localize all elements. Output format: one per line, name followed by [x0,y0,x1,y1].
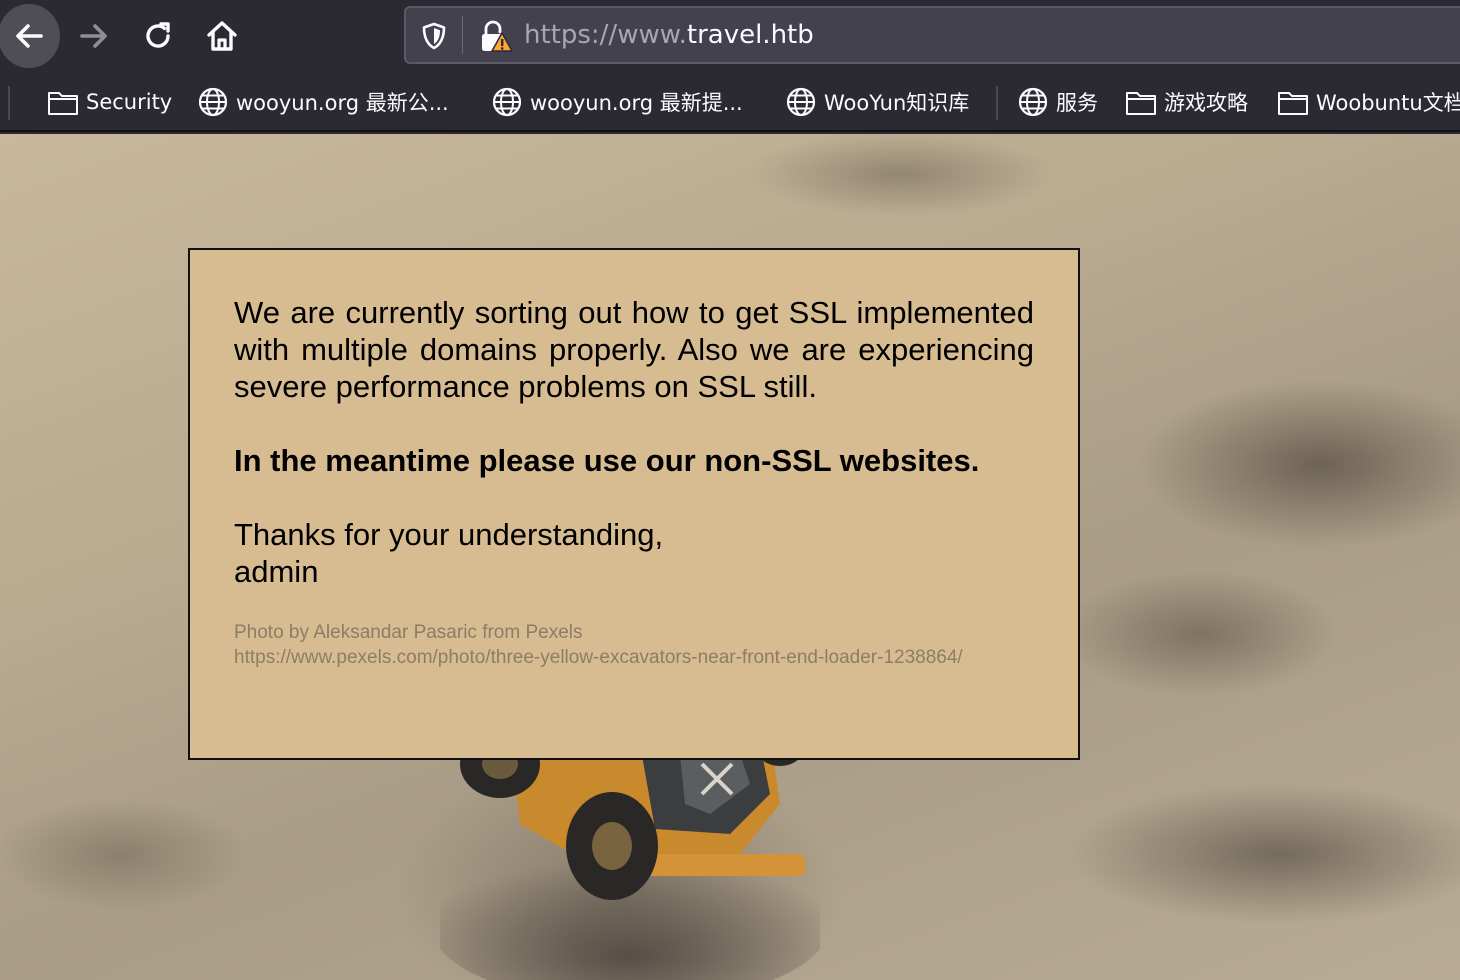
bookmark-folder-woobuntu-docs[interactable]: Woobuntu文档 [1276,72,1460,130]
bookmark-wooyun-announcements[interactable]: wooyun.org 最新公... [196,72,449,130]
globe-icon [784,85,818,119]
ssl-notice-message: We are currently sorting out how to get … [234,295,1034,404]
globe-icon [1016,85,1050,119]
background-loader-photo [440,734,820,980]
url-text[interactable]: https://www.travel.htb [524,20,814,50]
bookmarks-separator [996,86,998,120]
photo-credit-url: https://www.pexels.com/photo/three-yello… [234,647,963,668]
thanks-text: Thanks for your understanding, [234,517,664,552]
url-host: travel.htb [686,20,814,50]
bookmarks-separator [8,86,10,120]
back-button[interactable] [0,4,60,68]
bookmark-wooyun-knowledge-base[interactable]: WooYun知识库 [784,72,970,130]
bookmark-folder-security[interactable]: Security [46,72,173,130]
forward-button[interactable] [64,4,124,68]
arrow-left-icon [16,24,43,48]
folder-icon [1124,85,1158,119]
photo-credit-line: Photo by Aleksandar Pasaric from Pexels [234,622,583,643]
bookmark-folder-game-guides[interactable]: 游戏攻略 [1124,72,1248,130]
bookmark-label: wooyun.org 最新提... [530,91,743,115]
bookmark-services[interactable]: 服务 [1016,72,1098,130]
navigation-toolbar: https://www.travel.htb [0,0,1460,72]
web-page-content: We are currently sorting out how to get … [0,134,1460,980]
home-icon [207,21,237,51]
signature: admin [234,554,319,589]
bookmark-label: WooYun知识库 [824,91,970,115]
globe-icon [196,85,230,119]
bookmarks-toolbar: Security wooyun.org 最新公... wooyun.org 最新… [0,72,1460,132]
bookmark-label: wooyun.org 最新公... [236,91,449,115]
tracking-protection-shield-icon[interactable] [420,21,448,51]
non-ssl-emphasis: In the meantime please use our non-SSL w… [234,443,980,478]
photo-credit: Photo by Aleksandar Pasaric from Pexels … [234,620,1034,670]
ssl-notice-box: We are currently sorting out how to get … [188,248,1080,760]
bookmark-label: 游戏攻略 [1164,91,1248,115]
bookmark-label: 服务 [1056,91,1098,115]
bookmark-label: Woobuntu文档 [1316,91,1460,115]
url-scheme: https://www. [524,20,687,50]
bookmark-label: Security [86,90,173,114]
folder-icon [1276,85,1310,119]
url-bar[interactable]: https://www.travel.htb [404,6,1460,64]
url-bar-separator [462,16,463,54]
insecure-lock-warning-icon[interactable] [478,20,514,54]
arrow-right-icon [80,24,107,48]
thanks-line: Thanks for your understanding, admin [234,516,1034,590]
home-button[interactable] [192,4,252,68]
globe-icon [490,85,524,119]
reload-icon [146,22,170,48]
bookmark-wooyun-submissions[interactable]: wooyun.org 最新提... [490,72,743,130]
reload-button[interactable] [128,4,188,68]
folder-icon [46,85,80,119]
